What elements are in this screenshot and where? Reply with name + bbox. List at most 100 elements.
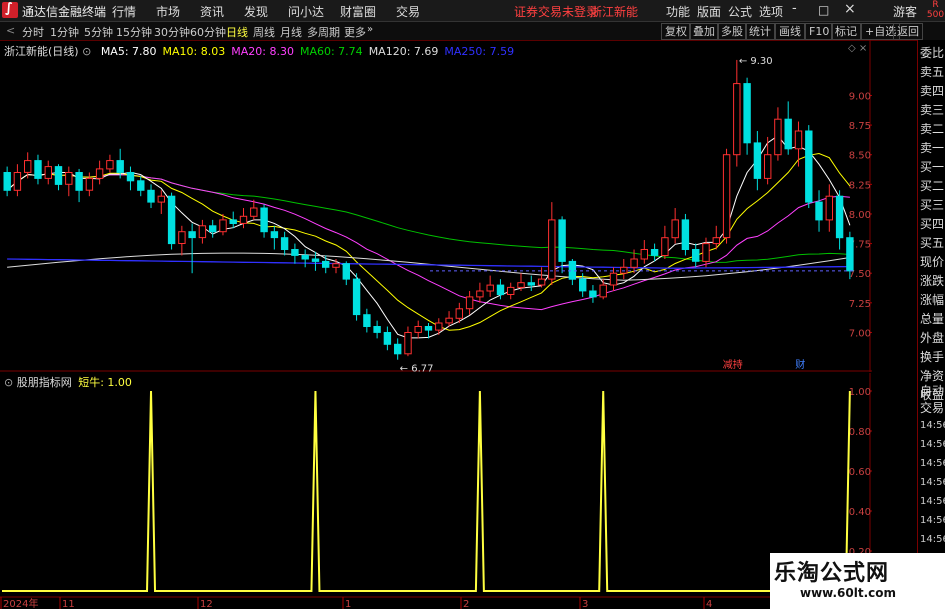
candle-body[interactable] — [85, 177, 94, 191]
candle-body[interactable] — [332, 263, 340, 268]
candle-body[interactable] — [527, 282, 535, 286]
candle-body[interactable] — [537, 278, 546, 286]
period-5min[interactable]: 5分钟 — [84, 24, 113, 40]
candle-body[interactable] — [188, 231, 196, 239]
candle-body[interactable] — [291, 249, 299, 256]
period-15min[interactable]: 15分钟 — [116, 24, 152, 40]
candle-body[interactable] — [352, 278, 361, 316]
candle-body[interactable] — [301, 254, 309, 260]
candle-body[interactable] — [599, 284, 607, 298]
candle-body[interactable] — [167, 195, 176, 245]
close-button[interactable]: × — [844, 1, 856, 17]
candle-body[interactable] — [445, 317, 453, 324]
collapse-left-icon[interactable]: < — [6, 24, 15, 37]
candle-body[interactable] — [671, 219, 679, 239]
candle-body[interactable] — [383, 332, 392, 345]
candle-body[interactable] — [630, 258, 638, 268]
candle-body[interactable] — [106, 160, 114, 170]
candle-body[interactable] — [579, 278, 587, 292]
period-weekly[interactable]: 周线 — [253, 24, 275, 40]
candle-body[interactable] — [589, 290, 597, 298]
candle-body[interactable] — [846, 237, 854, 272]
candle-body[interactable] — [609, 272, 618, 286]
candle-body[interactable] — [260, 207, 268, 233]
menu-jiaoyi[interactable]: 交易 — [396, 3, 420, 20]
kline-chart-panel[interactable]: 浙江新能(日线) ⊙ MA5: 7.80 MA10: 8.03 MA20: 8.30… — [0, 40, 872, 372]
candle-body[interactable] — [404, 332, 412, 355]
period-daily[interactable]: 日线 — [226, 24, 248, 40]
candle-body[interactable] — [681, 219, 690, 250]
candle-body[interactable] — [126, 172, 135, 182]
event-tag-0[interactable]: 减持 — [723, 358, 743, 371]
candle-body[interactable] — [486, 284, 494, 292]
candle-body[interactable] — [322, 260, 330, 268]
candle-body[interactable] — [568, 260, 577, 280]
candle-body[interactable] — [209, 225, 217, 233]
candle-body[interactable] — [44, 166, 52, 179]
period-multi[interactable]: 多周期 — [307, 24, 340, 40]
candle-body[interactable] — [650, 249, 659, 256]
menu-hangqing[interactable]: 行情 — [112, 3, 136, 20]
candle-body[interactable] — [424, 326, 433, 331]
candle-body[interactable] — [548, 219, 556, 280]
menu-caifuquan[interactable]: 财富圈 — [340, 3, 376, 20]
candle-body[interactable] — [661, 237, 669, 256]
candle-body[interactable] — [692, 249, 700, 262]
candle-body[interactable] — [640, 249, 648, 260]
period-30min[interactable]: 30分钟 — [154, 24, 190, 40]
login-status[interactable]: 证券交易未登录 — [514, 3, 598, 20]
candle-body[interactable] — [455, 308, 464, 319]
side-label-20[interactable]: 交易 — [920, 402, 944, 415]
candle-body[interactable] — [198, 225, 207, 239]
menu-shichang[interactable]: 市场 — [156, 3, 180, 20]
candle-body[interactable] — [620, 266, 628, 274]
candle-body[interactable] — [24, 160, 32, 173]
candle-body[interactable] — [270, 231, 279, 239]
period-1min[interactable]: 1分钟 — [50, 24, 79, 40]
candle-body[interactable] — [229, 219, 237, 224]
candle-body[interactable] — [743, 83, 751, 144]
candle-body[interactable] — [34, 160, 42, 179]
period-60min[interactable]: 60分钟 — [190, 24, 226, 40]
candle-body[interactable] — [311, 258, 320, 262]
menu-zixun[interactable]: 资讯 — [200, 3, 224, 20]
candle-body[interactable] — [65, 172, 73, 185]
candle-body[interactable] — [507, 286, 515, 295]
period-fenshi[interactable]: 分时 — [22, 24, 44, 40]
f10-button[interactable]: F10 — [805, 23, 834, 40]
candle-body[interactable] — [712, 237, 720, 245]
menu-banmian[interactable]: 版面 — [697, 3, 721, 20]
candle-body[interactable] — [835, 195, 844, 239]
side-label-19[interactable]: 自动 — [920, 385, 944, 398]
event-tag-1[interactable]: 财 — [795, 358, 805, 371]
candle-body[interactable] — [178, 231, 186, 244]
candle-body[interactable] — [95, 168, 104, 179]
mark-button[interactable]: 标记 — [831, 23, 861, 40]
more-arrow-icon[interactable]: » — [367, 24, 373, 35]
minimize-button[interactable]: - — [792, 1, 797, 16]
candle-body[interactable] — [764, 154, 772, 179]
candle-body[interactable] — [3, 172, 11, 191]
indicator-panel[interactable]: ⊙ 股朋指标网 短牛: 1.00 1.000.800.600.400.20202… — [0, 373, 872, 609]
candle-body[interactable] — [805, 130, 813, 203]
candle-body[interactable] — [13, 172, 22, 191]
menu-faxian[interactable]: 发现 — [244, 3, 268, 20]
multi-stock-button[interactable]: 多股 — [717, 23, 747, 40]
candle-body[interactable] — [774, 118, 782, 156]
candle-body[interactable] — [394, 343, 402, 355]
candle-body[interactable] — [435, 322, 443, 331]
menu-gongshi[interactable]: 公式 — [728, 3, 752, 20]
candle-body[interactable] — [373, 326, 381, 333]
candle-body[interactable] — [558, 219, 566, 262]
maximize-button[interactable]: □ — [818, 3, 829, 17]
candle-body[interactable] — [722, 154, 731, 239]
menu-gongneng[interactable]: 功能 — [666, 3, 690, 20]
candle-body[interactable] — [342, 263, 351, 280]
candle-body[interactable] — [784, 118, 792, 150]
back-button[interactable]: 返回 — [893, 23, 923, 40]
draw-line-button[interactable]: 画线 — [775, 23, 805, 40]
candle-body[interactable] — [219, 219, 227, 233]
candle-body[interactable] — [496, 284, 505, 296]
guest-user-label[interactable]: 游客 — [893, 3, 917, 20]
fuquan-button[interactable]: 复权 — [661, 23, 691, 40]
